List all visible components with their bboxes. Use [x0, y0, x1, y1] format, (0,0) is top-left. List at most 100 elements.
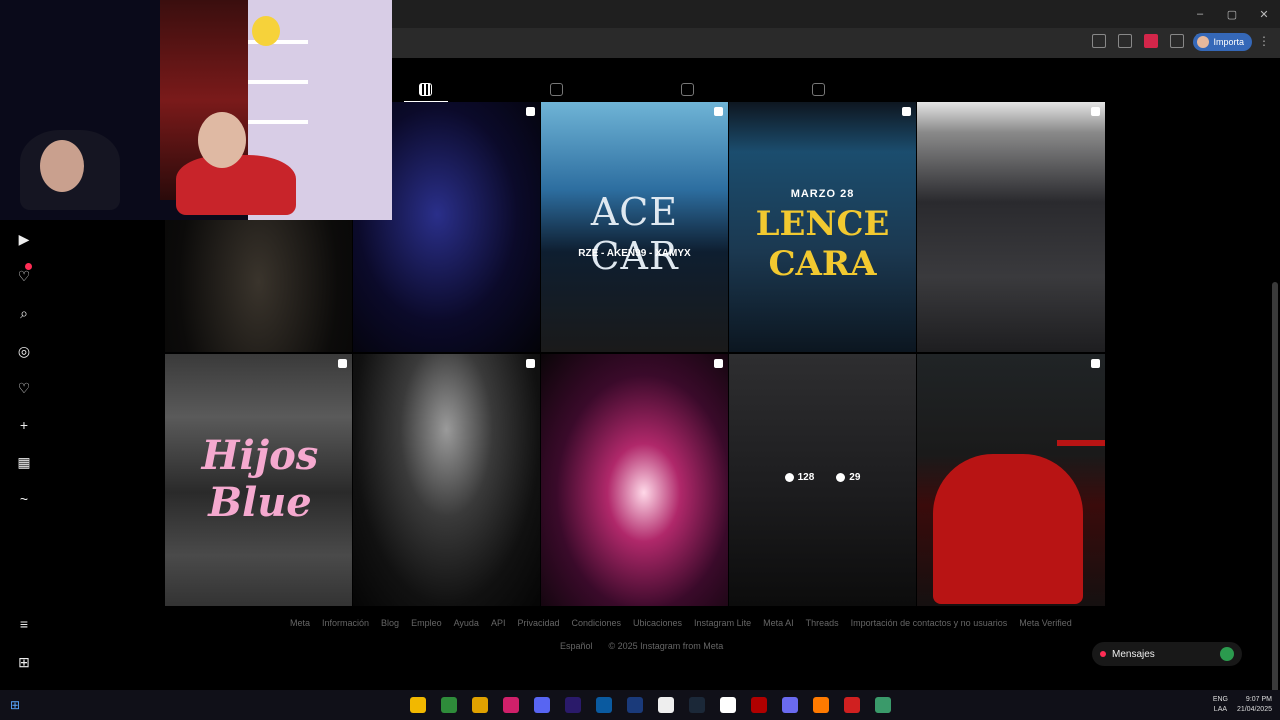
sidebar-item-activity[interactable]: ♡	[16, 263, 32, 284]
acrobat-icon[interactable]	[751, 697, 767, 713]
footer-link[interactable]: Ayuda	[454, 618, 479, 628]
multi-post-icon	[526, 107, 535, 116]
sidebar-item-dashboard[interactable]: ▦	[16, 454, 32, 470]
sidebar-item-notifications[interactable]: ♡	[16, 380, 32, 396]
tab-reposts[interactable]	[622, 76, 753, 102]
poster-credits: RZE - AKEN99 - XAMYX	[578, 248, 691, 259]
multi-post-icon	[1091, 359, 1100, 368]
footer-link[interactable]: Instagram Lite	[694, 618, 751, 628]
profile-tabs	[360, 76, 1104, 102]
taskbar-clock[interactable]: 9:07 PM 21/04/2025	[1237, 695, 1272, 715]
post-tile[interactable]	[917, 354, 1105, 606]
cast-icon[interactable]	[1092, 34, 1106, 48]
post-tile[interactable]	[353, 354, 540, 606]
footer-link[interactable]: API	[491, 618, 506, 628]
post-tile[interactable]: Hijos Blue	[165, 354, 352, 606]
multi-post-icon	[714, 359, 723, 368]
sidebar-item-threads[interactable]: ~	[16, 491, 32, 507]
notification-badge	[25, 263, 32, 270]
likes-count: 128	[784, 472, 814, 483]
post-image-subject	[933, 454, 1083, 604]
input-language[interactable]: ENG LAA	[1213, 695, 1228, 715]
app-icon[interactable]	[782, 697, 798, 713]
messages-button[interactable]: Mensajes	[1092, 642, 1242, 666]
chrome-icon[interactable]	[472, 697, 488, 713]
footer-link[interactable]: Condiciones	[571, 618, 621, 628]
extension-icon[interactable]	[1144, 34, 1158, 48]
footer-link[interactable]: Meta Verified	[1019, 618, 1072, 628]
profile-avatar	[1197, 36, 1210, 48]
multi-post-icon	[714, 107, 723, 116]
app-icon[interactable]	[844, 697, 860, 713]
sidebar-item-more[interactable]: ≡	[16, 616, 32, 632]
copyright-text: © 2025 Instagram from Meta	[608, 641, 724, 651]
app-icon[interactable]	[875, 697, 891, 713]
xbox-icon[interactable]	[441, 697, 457, 713]
extensions-puzzle-icon[interactable]	[1170, 34, 1184, 48]
app-icon[interactable]	[627, 697, 643, 713]
file-explorer-icon[interactable]	[410, 697, 426, 713]
minimize-button[interactable]: –	[1184, 0, 1216, 28]
bookmark-star-icon[interactable]	[1118, 34, 1132, 48]
reels-icon	[550, 82, 563, 96]
messages-badge	[1100, 651, 1106, 657]
page-scrollbar[interactable]	[1272, 62, 1278, 712]
heart-icon	[784, 473, 794, 482]
app-icon[interactable]	[503, 697, 519, 713]
browser-menu-icon[interactable]: ⋮	[1258, 34, 1270, 48]
rubber-duck	[252, 16, 280, 46]
tab-tagged[interactable]	[753, 76, 884, 102]
streamer-left-face	[40, 140, 84, 192]
poster-title: Hijos Blue	[201, 432, 319, 526]
language-select[interactable]: Español	[560, 641, 593, 651]
sidebar-item-reels[interactable]: ▶	[16, 231, 32, 247]
maximize-button[interactable]: ▢	[1216, 0, 1248, 28]
window-controls: – ▢ ✕	[1184, 0, 1280, 28]
post-tile[interactable]: ACE CAR RZE - AKEN99 - XAMYX	[541, 102, 728, 352]
tagged-icon	[812, 82, 825, 96]
notion-icon[interactable]	[720, 697, 736, 713]
footer-link[interactable]: Blog	[381, 618, 399, 628]
taskbar-apps	[410, 697, 891, 713]
footer-link[interactable]: Ubicaciones	[633, 618, 682, 628]
windows-taskbar: ⊞ ENG LAA 9:07 PM 21/04/2025	[0, 690, 1280, 720]
avatar	[1220, 647, 1234, 661]
app-icon[interactable]	[658, 697, 674, 713]
windows-start-icon[interactable]: ⊞	[10, 698, 20, 712]
post-tile-hovered[interactable]: 128 29	[729, 354, 916, 606]
close-button[interactable]: ✕	[1248, 0, 1280, 28]
browser-profile-button[interactable]: Importa	[1193, 33, 1252, 51]
sidebar-item-search[interactable]: ⌕	[16, 305, 32, 321]
footer-link[interactable]: Meta AI	[763, 618, 794, 628]
sidebar-item-create[interactable]: +	[16, 417, 32, 433]
meta-icon: ⊞	[18, 653, 30, 670]
grid-icon	[419, 82, 432, 96]
steam-icon[interactable]	[689, 697, 705, 713]
footer-link[interactable]: Importación de contactos y no usuarios	[851, 618, 1008, 628]
post-tile[interactable]	[541, 354, 728, 606]
sidebar-item-meta[interactable]: ⊞	[16, 654, 32, 670]
webcam-overlay	[0, 0, 392, 220]
explore-icon: ◎	[17, 342, 31, 359]
photoshop-icon[interactable]	[596, 697, 612, 713]
footer-link[interactable]: Información	[322, 618, 369, 628]
scrollbar-thumb[interactable]	[1272, 282, 1278, 712]
footer-links: Meta Información Blog Empleo Ayuda API P…	[290, 618, 1072, 628]
discord-icon[interactable]	[534, 697, 550, 713]
premiere-icon[interactable]	[565, 697, 581, 713]
footer-link[interactable]: Privacidad	[517, 618, 559, 628]
search-icon: ⌕	[20, 304, 28, 321]
footer-link[interactable]: Threads	[806, 618, 839, 628]
repost-icon	[681, 82, 694, 96]
footer-link[interactable]: Meta	[290, 618, 310, 628]
comment-icon	[836, 473, 846, 482]
poster-title: ACE CAR	[590, 190, 679, 278]
firefox-icon[interactable]	[813, 697, 829, 713]
menu-icon: ≡	[19, 616, 29, 632]
sidebar-item-explore[interactable]: ◎	[16, 343, 32, 359]
post-tile[interactable]: MARZO 28 LENCE CARA	[729, 102, 916, 352]
footer-link[interactable]: Empleo	[411, 618, 442, 628]
messages-label: Mensajes	[1112, 648, 1155, 660]
post-tile[interactable]	[917, 102, 1105, 352]
tab-reels[interactable]	[491, 76, 622, 102]
